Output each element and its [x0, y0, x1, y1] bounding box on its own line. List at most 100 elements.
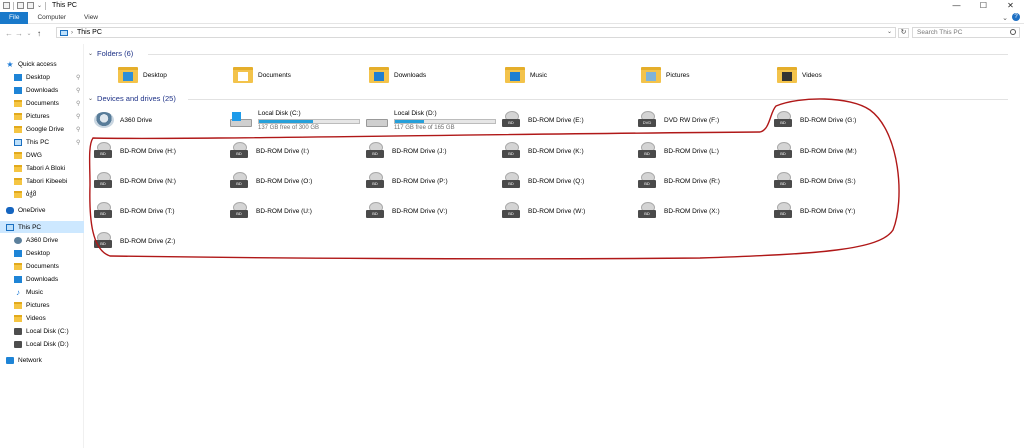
disk-usage-fill: [259, 119, 313, 123]
pin-icon[interactable]: ⚲: [76, 126, 80, 133]
folders-group-header[interactable]: ⌄ Folders (6): [88, 49, 1008, 58]
sidebar-item[interactable]: ♪ Music: [0, 286, 84, 298]
breadcrumb-chevron-icon[interactable]: ›: [71, 30, 73, 36]
help-icon[interactable]: ?: [1012, 13, 1020, 21]
sidebar-item[interactable]: Network: [0, 354, 84, 366]
drive-item[interactable]: BD BD-ROM Drive (E:): [502, 109, 632, 131]
address-dropdown-icon[interactable]: ⌄: [887, 28, 892, 35]
bd-drive-icon: BD: [502, 111, 522, 129]
drive-item[interactable]: BD BD-ROM Drive (M:): [774, 140, 904, 162]
sidebar-item[interactable]: This PC ⚲: [0, 136, 84, 148]
drive-item[interactable]: BD BD-ROM Drive (U:): [230, 200, 360, 222]
pin-icon[interactable]: ⚲: [76, 100, 80, 107]
drive-item[interactable]: BD BD-ROM Drive (W:): [502, 200, 632, 222]
sidebar-item[interactable]: Tabori A Bloki: [0, 162, 84, 174]
drive-item[interactable]: BD BD-ROM Drive (J:): [366, 140, 496, 162]
sidebar-item[interactable]: Desktop: [0, 247, 84, 259]
sidebar-item[interactable]: OneDrive: [0, 204, 84, 216]
sidebar-item[interactable]: ★ Quick access: [0, 58, 84, 70]
drive-item[interactable]: DVD DVD RW Drive (F:): [638, 109, 768, 131]
drive-item[interactable]: BD BD-ROM Drive (X:): [638, 200, 768, 222]
drive-item[interactable]: BD BD-ROM Drive (O:): [230, 170, 360, 192]
drive-item[interactable]: BD BD-ROM Drive (G:): [774, 109, 904, 131]
sidebar-item[interactable]: Documents: [0, 260, 84, 272]
drive-item[interactable]: Local Disk (D:) 117 GB free of 165 GB: [366, 109, 496, 131]
pin-icon[interactable]: ⚲: [76, 74, 80, 81]
explorer-icon[interactable]: [3, 2, 10, 9]
recent-locations-button[interactable]: ⌄: [24, 30, 34, 37]
drive-tag: BD: [94, 210, 112, 218]
drive-item[interactable]: BD BD-ROM Drive (R:): [638, 170, 768, 192]
chevron-down-icon[interactable]: ⌄: [88, 95, 93, 102]
drive-label: BD-ROM Drive (O:): [256, 177, 313, 185]
sidebar-item[interactable]: Downloads: [0, 273, 84, 285]
tab-view[interactable]: View: [75, 12, 107, 24]
folder-item[interactable]: Music: [505, 62, 635, 88]
folder-item[interactable]: Pictures: [641, 62, 771, 88]
up-button[interactable]: ↑: [34, 29, 44, 38]
drive-item[interactable]: Local Disk (C:) 137 GB free of 300 GB: [230, 109, 360, 131]
sidebar-item[interactable]: Local Disk (D:): [0, 338, 84, 350]
drive-item[interactable]: BD BD-ROM Drive (N:): [94, 170, 224, 192]
sidebar-item[interactable]: Pictures ⚲: [0, 110, 84, 122]
sidebar-item[interactable]: A360 Drive: [0, 234, 84, 246]
drive-item[interactable]: BD BD-ROM Drive (Z:): [94, 230, 224, 252]
folder-item[interactable]: Videos: [777, 62, 907, 88]
new-folder-icon[interactable]: [27, 2, 34, 9]
breadcrumb[interactable]: This PC: [77, 29, 102, 36]
drive-item[interactable]: BD BD-ROM Drive (H:): [94, 140, 224, 162]
sidebar-item[interactable]: Local Disk (C:): [0, 325, 84, 337]
drive-tag: BD: [366, 210, 384, 218]
drive-item[interactable]: BD BD-ROM Drive (Q:): [502, 170, 632, 192]
sidebar-item[interactable]: This PC: [0, 221, 84, 233]
forward-button[interactable]: →: [14, 29, 24, 38]
customize-toolbar-icon[interactable]: ⌄: [37, 2, 42, 9]
drive-item[interactable]: BD BD-ROM Drive (P:): [366, 170, 496, 192]
drive-item[interactable]: BD BD-ROM Drive (Y:): [774, 200, 904, 222]
drive-item[interactable]: BD BD-ROM Drive (I:): [230, 140, 360, 162]
drive-tag: BD: [638, 180, 656, 188]
sidebar-item[interactable]: ბჭმ: [0, 188, 84, 200]
drive-label: BD-ROM Drive (H:): [120, 147, 176, 155]
sidebar-item-label: Pictures: [26, 301, 50, 309]
sidebar-item-label: Desktop: [26, 73, 50, 81]
sidebar-item[interactable]: Documents ⚲: [0, 97, 84, 109]
refresh-button[interactable]: ↻: [898, 28, 909, 38]
tab-file[interactable]: File: [0, 11, 29, 24]
sidebar-item[interactable]: Tabori Kibeebi: [0, 175, 84, 187]
local-disk-icon: [230, 111, 252, 129]
address-bar[interactable]: › This PC ⌄: [56, 27, 896, 38]
sidebar-item[interactable]: Pictures: [0, 299, 84, 311]
sidebar-item[interactable]: Videos: [0, 312, 84, 324]
navigation-bar: ← → ⌄ ↑ › This PC ⌄ ↻ Search This PC: [0, 26, 1024, 40]
maximize-button[interactable]: ☐: [970, 0, 997, 11]
pin-icon[interactable]: ⚲: [76, 87, 80, 94]
sidebar-item[interactable]: Downloads ⚲: [0, 84, 84, 96]
chevron-down-icon[interactable]: ⌄: [1002, 14, 1008, 22]
drive-tag: BD: [366, 180, 384, 188]
minimize-button[interactable]: —: [943, 0, 970, 11]
properties-icon[interactable]: [17, 2, 24, 9]
sidebar-item[interactable]: Google Drive ⚲: [0, 123, 84, 135]
drive-item[interactable]: A360 Drive: [94, 109, 224, 131]
drive-item[interactable]: BD BD-ROM Drive (K:): [502, 140, 632, 162]
drives-group-header[interactable]: ⌄ Devices and drives (25): [88, 94, 1008, 103]
sidebar-item[interactable]: Desktop ⚲: [0, 71, 84, 83]
folder-item[interactable]: Documents: [233, 62, 363, 88]
search-input[interactable]: Search This PC: [912, 27, 1020, 38]
tab-computer[interactable]: Computer: [28, 12, 75, 24]
sidebar-item[interactable]: DWG: [0, 149, 84, 161]
close-button[interactable]: ✕: [997, 0, 1024, 11]
back-button[interactable]: ←: [4, 29, 14, 38]
folder-item[interactable]: Downloads: [369, 62, 499, 88]
drive-item[interactable]: BD BD-ROM Drive (T:): [94, 200, 224, 222]
pin-icon[interactable]: ⚲: [76, 113, 80, 120]
drive-item[interactable]: BD BD-ROM Drive (S:): [774, 170, 904, 192]
drive-tag: BD: [94, 180, 112, 188]
pin-icon[interactable]: ⚲: [76, 139, 80, 146]
drive-item[interactable]: BD BD-ROM Drive (L:): [638, 140, 768, 162]
chevron-down-icon[interactable]: ⌄: [88, 50, 93, 57]
search-icon[interactable]: [1010, 29, 1016, 35]
folder-item[interactable]: Desktop: [118, 62, 248, 88]
drive-item[interactable]: BD BD-ROM Drive (V:): [366, 200, 496, 222]
